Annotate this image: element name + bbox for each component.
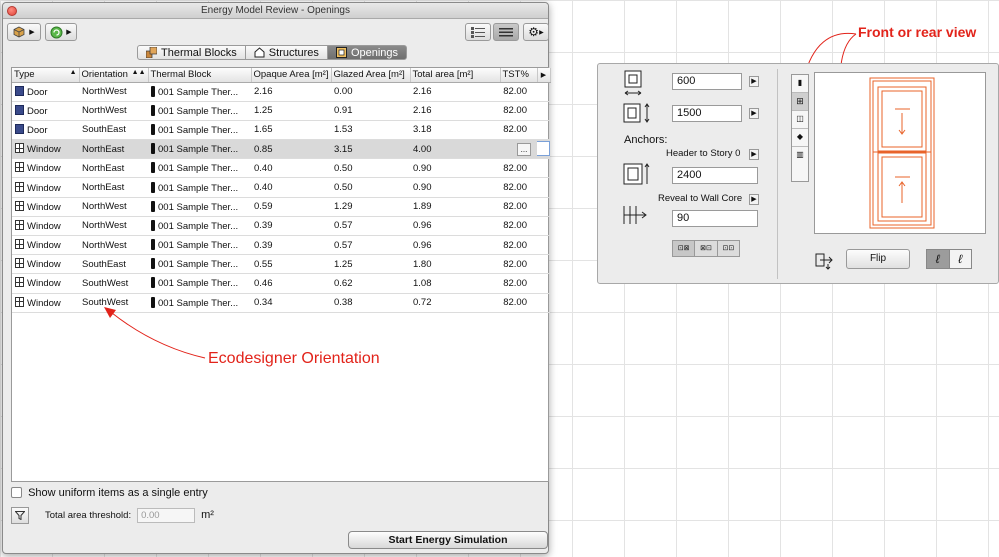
front-rear-view-icon[interactable]: ⊞	[792, 93, 808, 111]
opening-preview	[814, 72, 986, 234]
width-input[interactable]: 600	[672, 73, 742, 90]
width-icon	[624, 70, 642, 96]
hinge-right-icon[interactable]: ℓ	[949, 250, 971, 268]
height-icon	[623, 103, 650, 123]
window-preview-drawing	[869, 77, 935, 229]
height-input[interactable]: 1500	[672, 105, 742, 122]
hinge-side-segment[interactable]: ℓ ℓ	[926, 249, 972, 269]
anchor-mode-segment[interactable]: ⊡⊠ ⊠⊡ ⊡⊡	[672, 240, 740, 257]
orientation-annotation: Ecodesigner Orientation	[208, 350, 380, 367]
reveal-depth-icon	[623, 206, 647, 224]
header-height-input[interactable]: 2400	[672, 167, 758, 184]
reveal-anchor-label: Reveal to Wall Core	[658, 193, 743, 204]
reveal-depth-input[interactable]: 90	[672, 210, 758, 227]
flip-button[interactable]: Flip	[846, 249, 910, 269]
plan-view-icon[interactable]: ▮	[792, 75, 808, 93]
side-view-icon[interactable]: ◫	[792, 111, 808, 129]
anchors-label: Anchors:	[624, 134, 668, 146]
flip-direction-icon	[815, 253, 833, 270]
hinge-left-icon[interactable]: ℓ	[927, 250, 950, 268]
width-options-button[interactable]: ▶	[749, 76, 759, 87]
reveal-anchor-button[interactable]: ▶	[749, 194, 759, 205]
header-height-icon	[623, 163, 650, 185]
anchor-mode-2-icon[interactable]: ⊠⊡	[695, 241, 718, 256]
header-anchor-button[interactable]: ▶	[749, 149, 759, 160]
view-annotation: Front or rear view	[858, 24, 977, 40]
view-selector: ▮ ⊞ ◫ ◆ ▥	[791, 74, 809, 182]
anchor-mode-1-icon[interactable]: ⊡⊠	[673, 241, 696, 256]
height-options-button[interactable]: ▶	[749, 108, 759, 119]
opening-settings-panel: 600 ▶ 1500 ▶ Anchors: Header to Story 0 …	[597, 63, 999, 284]
header-anchor-label: Header to Story 0	[666, 148, 741, 159]
section-view-icon[interactable]: ▥	[792, 147, 808, 165]
3d-view-icon[interactable]: ◆	[792, 129, 808, 147]
panel-divider	[777, 69, 778, 279]
anchor-mode-3-icon[interactable]: ⊡⊡	[718, 241, 739, 256]
